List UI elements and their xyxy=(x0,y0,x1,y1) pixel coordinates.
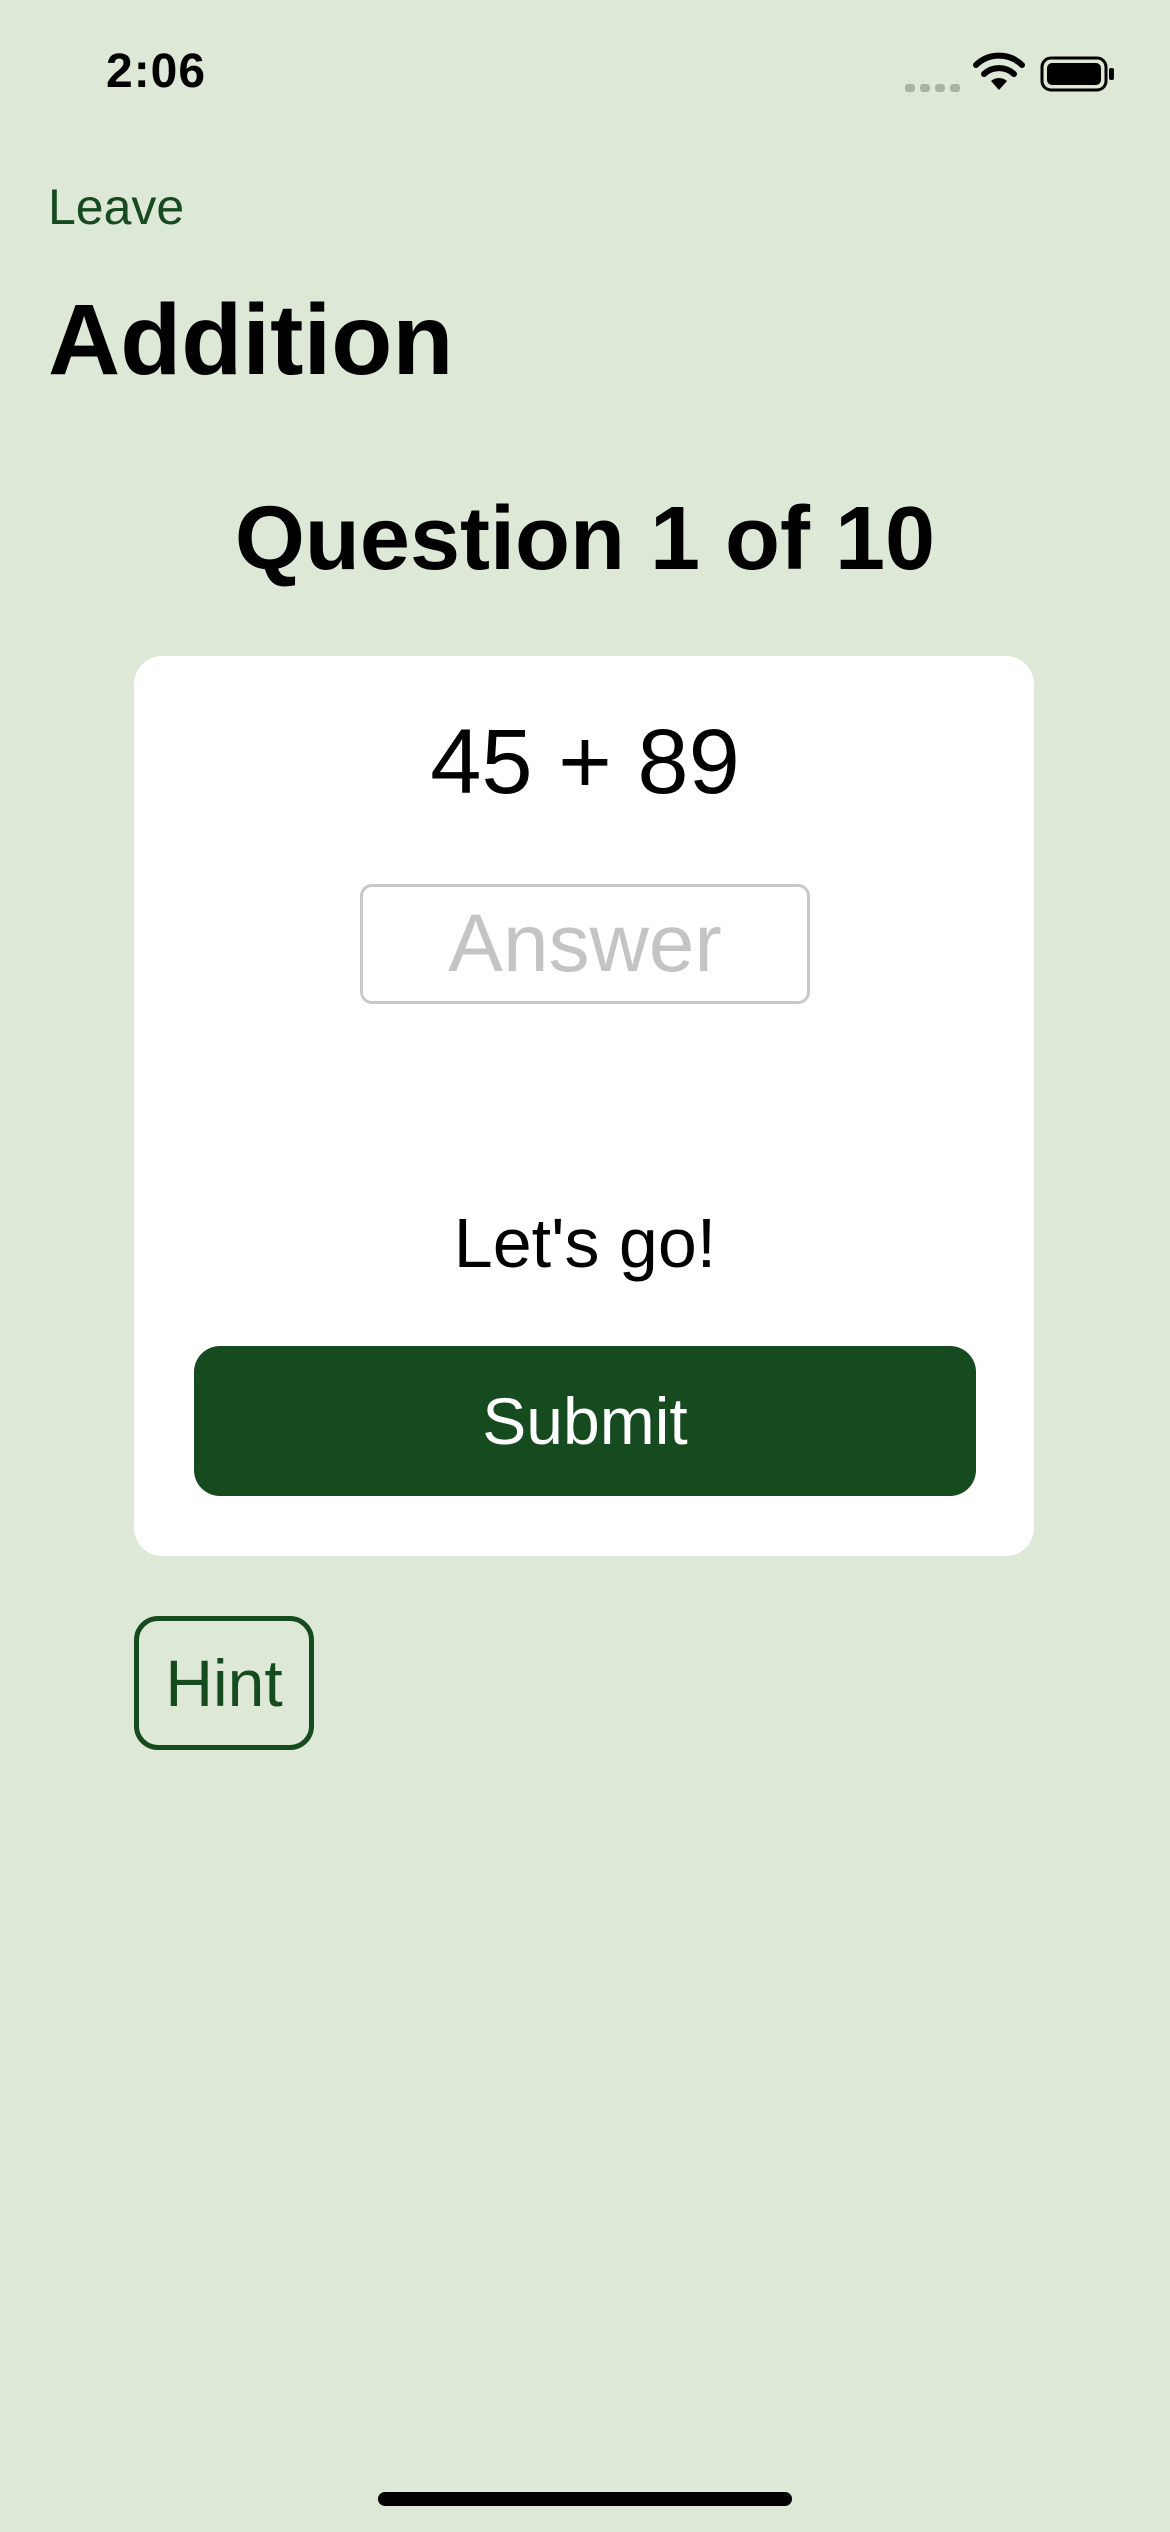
battery-icon xyxy=(1040,56,1114,92)
feedback-message: Let's go! xyxy=(453,1204,717,1282)
page-title: Addition xyxy=(48,284,454,396)
leave-button[interactable]: Leave xyxy=(48,178,184,236)
status-time: 2:06 xyxy=(106,45,207,98)
question-counter: Question 1 of 10 xyxy=(234,489,936,589)
hint-button[interactable]: Hint xyxy=(134,1616,314,1750)
wifi-icon xyxy=(973,52,1025,90)
submit-button[interactable]: Submit xyxy=(194,1346,976,1496)
status-bar: 2:06 xyxy=(0,0,1170,140)
home-indicator xyxy=(378,2492,792,2506)
math-problem: 45 + 89 xyxy=(430,711,740,813)
signal-icon xyxy=(905,84,960,92)
answer-input[interactable] xyxy=(360,884,810,1004)
